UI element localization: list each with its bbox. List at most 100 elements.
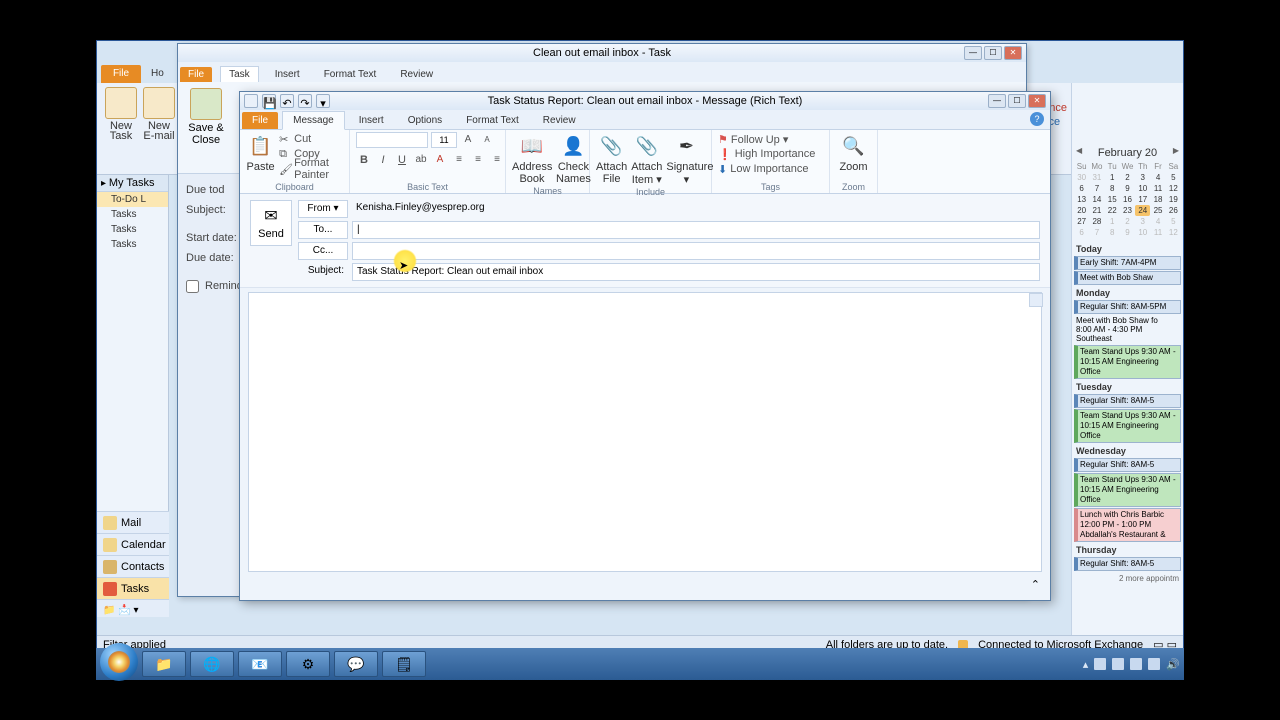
agenda: TodayEarly Shift: 7AM-4PMMeet with Bob S…: [1072, 240, 1183, 587]
more-appointments[interactable]: 2 more appointm: [1074, 572, 1181, 585]
system-tray[interactable]: ▴🔊: [1083, 658, 1180, 671]
qat-save[interactable]: 💾: [262, 94, 276, 108]
grow-font-button[interactable]: A: [460, 132, 476, 148]
msg-close-button[interactable]: ✕: [1028, 94, 1046, 108]
address-book-button[interactable]: 📖Address Book: [512, 132, 552, 185]
agenda-item[interactable]: Regular Shift: 8AM-5: [1074, 458, 1181, 472]
agenda-item[interactable]: Meet with Bob Shaw: [1074, 271, 1181, 285]
send-button[interactable]: ✉Send: [250, 200, 292, 246]
italic-button[interactable]: I: [375, 152, 391, 168]
msg-max-button[interactable]: ☐: [1008, 94, 1026, 108]
task-format-tab[interactable]: Format Text: [316, 67, 385, 82]
format-painter-button[interactable]: 🖌Format Painter: [279, 162, 343, 176]
shrink-font-button[interactable]: A: [479, 132, 495, 148]
font-family-select[interactable]: [356, 132, 428, 148]
font-size-select[interactable]: 11: [431, 132, 457, 148]
agenda-item[interactable]: Regular Shift: 8AM-5PM: [1074, 300, 1181, 314]
agenda-item[interactable]: Lunch with Chris Barbic 12:00 PM - 1:00 …: [1074, 508, 1181, 542]
align-left-button[interactable]: ≡: [451, 152, 467, 168]
msg-format-tab[interactable]: Format Text: [456, 112, 529, 129]
nav-tasks-3[interactable]: Tasks: [97, 237, 168, 252]
nav-todo-list[interactable]: To-Do L: [97, 192, 168, 207]
nav-calendar[interactable]: Calendar: [97, 533, 169, 555]
new-email-button[interactable]: New E-mail: [141, 87, 177, 141]
followup-button[interactable]: ⚑Follow Up ▾: [718, 132, 815, 146]
task-min-button[interactable]: —: [964, 46, 982, 60]
msg-options-tab[interactable]: Options: [398, 112, 452, 129]
task-max-button[interactable]: ☐: [984, 46, 1002, 60]
file-tab-main[interactable]: File: [101, 65, 141, 83]
cc-input[interactable]: [352, 242, 1040, 260]
agenda-item[interactable]: Regular Shift: 8AM-5: [1074, 394, 1181, 408]
agenda-item[interactable]: Team Stand Ups 9:30 AM - 10:15 AM Engine…: [1074, 473, 1181, 507]
date-navigator[interactable]: ◀February 20▶ SuMoTuWeThFrSa303112345678…: [1072, 143, 1183, 240]
paste-button[interactable]: 📋Paste: [246, 132, 275, 173]
msg-min-button[interactable]: —: [988, 94, 1006, 108]
taskbar-explorer[interactable]: 📁: [142, 651, 186, 677]
msg-insert-tab[interactable]: Insert: [349, 112, 394, 129]
align-right-button[interactable]: ≡: [489, 152, 505, 168]
qat-more[interactable]: ▾: [316, 94, 330, 108]
agenda-item[interactable]: Early Shift: 7AM-4PM: [1074, 256, 1181, 270]
start-button[interactable]: [100, 643, 138, 681]
msg-review-tab[interactable]: Review: [533, 112, 586, 129]
nav-tasks-1[interactable]: Tasks: [97, 207, 168, 222]
prev-month-icon[interactable]: ◀: [1076, 146, 1082, 155]
msg-ribbon: 📋Paste ✂Cut ⧉Copy 🖌Format Painter Clipbo…: [240, 130, 1050, 194]
agenda-day-header: Wednesday: [1074, 444, 1181, 457]
agenda-item[interactable]: Meet with Bob Shaw fo 8:00 AM - 4:30 PM …: [1074, 315, 1181, 344]
font-color-button[interactable]: A: [432, 152, 448, 168]
my-tasks-header[interactable]: ▸ My Tasks: [97, 175, 168, 192]
attach-file-button[interactable]: 📎Attach File: [596, 132, 627, 185]
task-review-tab[interactable]: Review: [392, 67, 441, 82]
msg-message-tab[interactable]: Message: [282, 111, 345, 130]
align-center-button[interactable]: ≡: [470, 152, 486, 168]
task-file-tab[interactable]: File: [180, 67, 212, 82]
help-icon[interactable]: ?: [1030, 112, 1044, 126]
mouse-pointer-icon: ➤: [399, 259, 408, 272]
nav-shortcuts[interactable]: 📁 📩 ▾: [97, 599, 169, 617]
next-month-icon[interactable]: ▶: [1173, 146, 1179, 155]
attach-item-button[interactable]: 📎Attach Item ▾: [631, 132, 662, 186]
bold-button[interactable]: B: [356, 152, 372, 168]
nav-tasks[interactable]: Tasks: [97, 577, 169, 599]
nav-contacts[interactable]: Contacts: [97, 555, 169, 577]
taskbar-app1[interactable]: ⚙: [286, 651, 330, 677]
save-close-button[interactable]: Save & Close: [184, 88, 228, 146]
from-button[interactable]: From ▾: [298, 200, 348, 218]
expand-toggle[interactable]: ⌃: [240, 576, 1050, 593]
to-button[interactable]: To...: [298, 221, 348, 239]
task-task-tab[interactable]: Task: [220, 66, 259, 82]
qat-icon[interactable]: [244, 94, 258, 108]
taskbar-outlook[interactable]: 📧: [238, 651, 282, 677]
agenda-item[interactable]: Regular Shift: 8AM-5: [1074, 557, 1181, 571]
nav-tasks-2[interactable]: Tasks: [97, 222, 168, 237]
qat-redo[interactable]: ↷: [298, 94, 312, 108]
high-importance-button[interactable]: ❗High Importance: [718, 147, 815, 161]
zoom-button[interactable]: 🔍Zoom: [836, 132, 871, 173]
ruler-toggle[interactable]: [1029, 293, 1043, 307]
msg-file-tab[interactable]: File: [242, 112, 278, 129]
subject-input[interactable]: Task Status Report: Clean out email inbo…: [352, 263, 1040, 281]
signature-button[interactable]: ✒Signature ▾: [666, 132, 706, 186]
task-insert-tab[interactable]: Insert: [267, 67, 308, 82]
task-close-button[interactable]: ✕: [1004, 46, 1022, 60]
highlight-button[interactable]: ab: [413, 152, 429, 168]
new-task-button[interactable]: New Task: [103, 87, 139, 141]
message-body[interactable]: ➤: [248, 292, 1042, 572]
underline-button[interactable]: U: [394, 152, 410, 168]
cc-button[interactable]: Cc...: [298, 242, 348, 260]
agenda-item[interactable]: Team Stand Ups 9:30 AM - 10:15 AM Engine…: [1074, 345, 1181, 379]
reminder-checkbox[interactable]: [186, 280, 199, 293]
cut-button[interactable]: ✂Cut: [279, 132, 343, 146]
taskbar-app3[interactable]: 🗒: [382, 651, 426, 677]
to-input[interactable]: |: [352, 221, 1040, 239]
low-importance-button[interactable]: ⬇Low Importance: [718, 162, 815, 176]
qat-undo[interactable]: ↶: [280, 94, 294, 108]
check-names-button[interactable]: 👤Check Names: [556, 132, 591, 185]
taskbar-app2[interactable]: 💬: [334, 651, 378, 677]
nav-mail[interactable]: Mail: [97, 511, 169, 533]
agenda-item[interactable]: Team Stand Ups 9:30 AM - 10:15 AM Engine…: [1074, 409, 1181, 443]
home-tab[interactable]: Ho: [145, 65, 170, 83]
taskbar-ie[interactable]: 🌐: [190, 651, 234, 677]
